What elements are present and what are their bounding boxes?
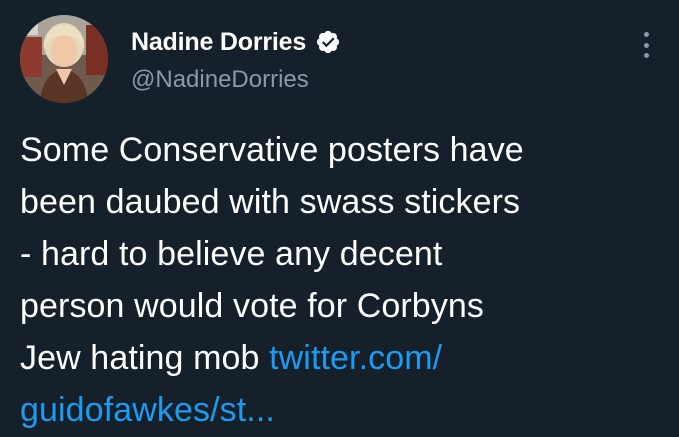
tweet-link-continued[interactable]: guidofawkes/st... [20, 391, 275, 429]
author-name-row: Nadine Dorries [131, 25, 341, 59]
tweet-text-line: Some Conservative posters have [20, 131, 524, 169]
verified-badge-icon [315, 29, 341, 55]
tweet-text-line: guidofawkes/st... [20, 384, 670, 436]
tweet-text: Some Conservative posters have been daub… [20, 124, 670, 436]
tweet-text-line: been daubed with swass stickers [20, 183, 521, 221]
tweet-text-line: Jew hating mob twitter.com/ [20, 332, 670, 384]
display-name[interactable]: Nadine Dorries [131, 28, 306, 57]
tweet-link[interactable]: twitter.com/ [269, 339, 442, 377]
tweet-text-line: person would vote for Corbyns [20, 287, 485, 325]
more-dot [643, 32, 649, 37]
more-dot [643, 53, 649, 58]
avatar-image [20, 15, 108, 103]
more-options-icon[interactable] [636, 30, 656, 60]
tweet-text-segment: Jew hating mob [20, 339, 270, 377]
author-handle[interactable]: @NadineDorries [131, 66, 309, 94]
more-dot [643, 42, 649, 48]
avatar[interactable] [20, 15, 108, 103]
tweet-text-line: - hard to believe any decent [20, 235, 443, 273]
tweet-card: Nadine Dorries @NadineDorries Some Conse… [0, 0, 679, 437]
